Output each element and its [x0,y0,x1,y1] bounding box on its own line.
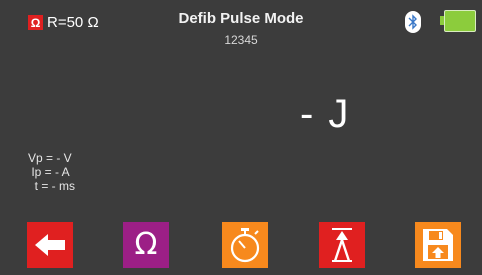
back-arrow-icon [35,234,65,256]
save-button[interactable] [415,222,461,268]
bluetooth-icon [405,11,421,33]
serial-number: 12345 [224,33,258,47]
screen: Ω R=50 Ω Defib Pulse Mode 12345 - J Vp =… [0,0,482,275]
peak-voltage-readout: Vp = - V [28,151,72,165]
stopwatch-icon [230,228,260,263]
ohm-icon: Ω [134,227,158,262]
save-icon [423,229,453,261]
energy-reading: - J [300,92,351,136]
back-button[interactable] [27,222,73,268]
battery-icon [440,10,476,32]
resistance-button[interactable]: Ω [123,222,169,268]
peak-current-readout: Ip = - A [28,165,70,179]
pulse-icon [332,228,352,262]
pulse-time-readout: t = - ms [28,179,76,193]
timer-button[interactable] [222,222,268,268]
pulse-readouts: Vp = - V Ip = - A t = - ms [28,151,75,193]
pulse-button[interactable] [319,222,365,268]
